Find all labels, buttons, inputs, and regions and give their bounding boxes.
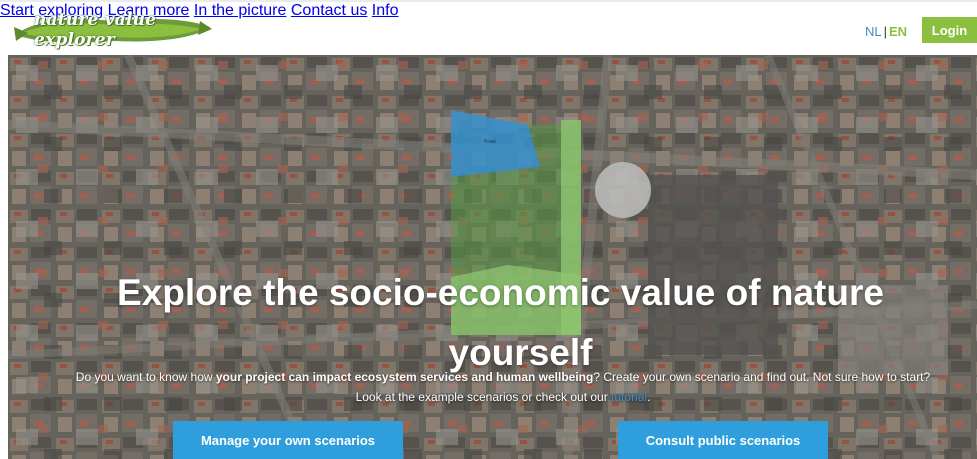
desc-text-1: Do you want to know how (75, 370, 216, 384)
top-navbar: nature value explorer Start exploring Le… (0, 0, 977, 55)
tutorial-link[interactable]: tutorial (611, 390, 647, 404)
hero-description: Do you want to know how your project can… (63, 367, 943, 407)
desc-end: . (647, 390, 651, 404)
logo[interactable]: nature value explorer (14, 10, 212, 50)
hero-title: Explore the socio-economic value of natu… (8, 263, 977, 383)
login-button[interactable]: Login (922, 17, 977, 43)
hero-title-line1: Explore the socio-economic value of natu… (117, 272, 884, 313)
desc-bold: your project can impact ecosystem servic… (215, 370, 594, 384)
consult-public-scenarios-button[interactable]: Consult public scenarios (618, 421, 828, 459)
lang-nl[interactable]: NL (865, 24, 882, 39)
hero-section: Kraal Explore the socio-economic value o… (8, 55, 977, 459)
language-switcher: NL | EN (865, 24, 907, 39)
lang-en[interactable]: EN (889, 24, 907, 39)
nav-info[interactable]: Info (372, 2, 399, 19)
manage-scenarios-button[interactable]: Manage your own scenarios (173, 421, 403, 459)
lang-separator: | (883, 24, 888, 39)
nav-contact-us[interactable]: Contact us (291, 2, 367, 19)
logo-text: nature value explorer (34, 9, 157, 50)
